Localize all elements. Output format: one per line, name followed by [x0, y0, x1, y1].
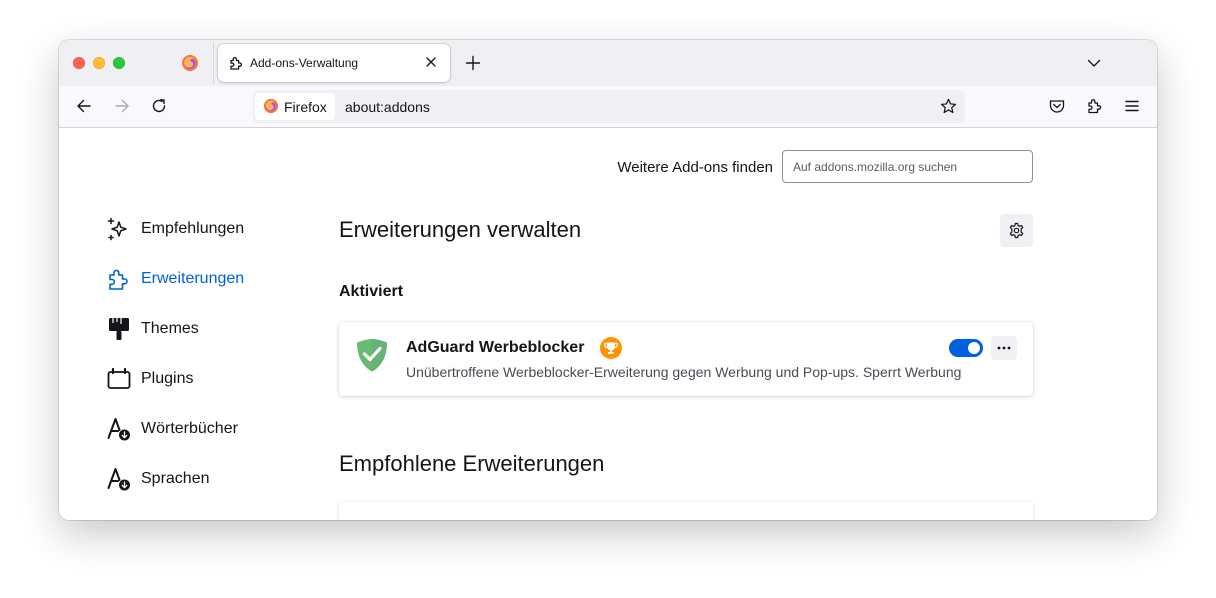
- recommended-trophy-icon[interactable]: [599, 336, 623, 360]
- sidebar-item-recommendations[interactable]: Empfehlungen: [106, 214, 326, 244]
- url-bar[interactable]: Firefox about:addons: [253, 90, 965, 123]
- url-text[interactable]: about:addons: [345, 99, 430, 115]
- addon-enable-toggle[interactable]: [949, 339, 983, 357]
- recommended-addon-card[interactable]: [339, 502, 1033, 520]
- sidebar-item-label: Wörterbücher: [141, 420, 238, 437]
- sidebar-item-label: Empfehlungen: [141, 220, 245, 237]
- sparkles-icon: [107, 217, 127, 241]
- tab-title: Add-ons-Verwaltung: [250, 56, 359, 70]
- browser-window: Add-ons-Verwaltung Firefox about:addons …: [59, 40, 1157, 520]
- sidebar-item-dictionaries[interactable]: Wörterbücher: [106, 414, 326, 444]
- sidebar-item-label: Themes: [141, 320, 199, 337]
- minimize-window-button[interactable]: [93, 57, 105, 69]
- sidebar-item-languages[interactable]: Sprachen: [106, 464, 326, 494]
- page-title: Erweiterungen verwalten: [339, 217, 582, 242]
- navigation-toolbar: Firefox about:addons: [59, 86, 1157, 128]
- close-tab-icon[interactable]: [422, 53, 440, 71]
- addons-search-input[interactable]: [782, 150, 1033, 183]
- dictionary-icon: [107, 418, 130, 441]
- identity-box[interactable]: Firefox: [255, 93, 335, 120]
- gear-icon: [1009, 222, 1024, 239]
- sidebar-item-plugins[interactable]: Plugins: [106, 364, 326, 394]
- addons-page: Weitere Add-ons finden Empfehlungen Erwe…: [59, 129, 1157, 520]
- extensions-puzzle-icon[interactable]: [1085, 96, 1105, 116]
- firefox-logo-icon: [263, 98, 279, 114]
- addon-more-options-button[interactable]: [991, 336, 1017, 360]
- identity-label: Firefox: [284, 99, 327, 115]
- bookmark-star-icon[interactable]: [939, 97, 958, 116]
- hamburger-menu-icon[interactable]: [1122, 96, 1142, 116]
- pocket-icon[interactable]: [1047, 96, 1067, 116]
- sidebar-item-label: Sprachen: [141, 470, 210, 487]
- recommended-extensions-heading: Empfohlene Erweiterungen: [339, 451, 605, 476]
- gear-icon: [106, 516, 132, 520]
- ellipsis-icon: [997, 346, 1011, 350]
- new-tab-icon[interactable]: [463, 53, 483, 73]
- back-arrow-icon[interactable]: [74, 96, 94, 116]
- addon-card-adguard[interactable]: AdGuard Werbeblocker Unübertroffene Werb…: [339, 322, 1033, 396]
- tab-addons-manager[interactable]: Add-ons-Verwaltung: [218, 44, 450, 82]
- sidebar-item-extensions[interactable]: Erweiterungen: [106, 264, 326, 294]
- plugin-icon: [107, 367, 131, 389]
- enabled-section-heading: Aktiviert: [339, 283, 404, 300]
- puzzle-icon: [109, 269, 128, 290]
- tools-gear-button[interactable]: [1000, 214, 1033, 247]
- tab-separator: [213, 42, 214, 84]
- find-more-addons-label: Weitere Add-ons finden: [617, 159, 773, 176]
- puzzle-icon: [230, 57, 242, 70]
- sidebar-item-label: Plugins: [141, 370, 194, 387]
- adguard-shield-icon: [357, 339, 387, 372]
- addon-description: Unübertroffene Werbeblocker-Erweiterung …: [406, 364, 962, 380]
- paintbrush-icon: [109, 318, 129, 340]
- forward-arrow-icon[interactable]: [112, 96, 132, 116]
- close-window-button[interactable]: [73, 57, 85, 69]
- firefox-view-icon[interactable]: [181, 54, 199, 72]
- sidebar-item-themes[interactable]: Themes: [106, 314, 326, 344]
- language-icon: [107, 468, 130, 491]
- reload-icon[interactable]: [149, 96, 169, 116]
- sidebar-item-settings-partial[interactable]: [106, 514, 326, 520]
- addon-name[interactable]: AdGuard Werbeblocker: [406, 339, 584, 357]
- zoom-window-button[interactable]: [113, 57, 125, 69]
- chevron-down-icon[interactable]: [1085, 54, 1103, 72]
- tab-strip: Add-ons-Verwaltung: [59, 40, 1157, 86]
- toggle-knob: [968, 342, 980, 354]
- sidebar-item-label: Erweiterungen: [141, 270, 245, 287]
